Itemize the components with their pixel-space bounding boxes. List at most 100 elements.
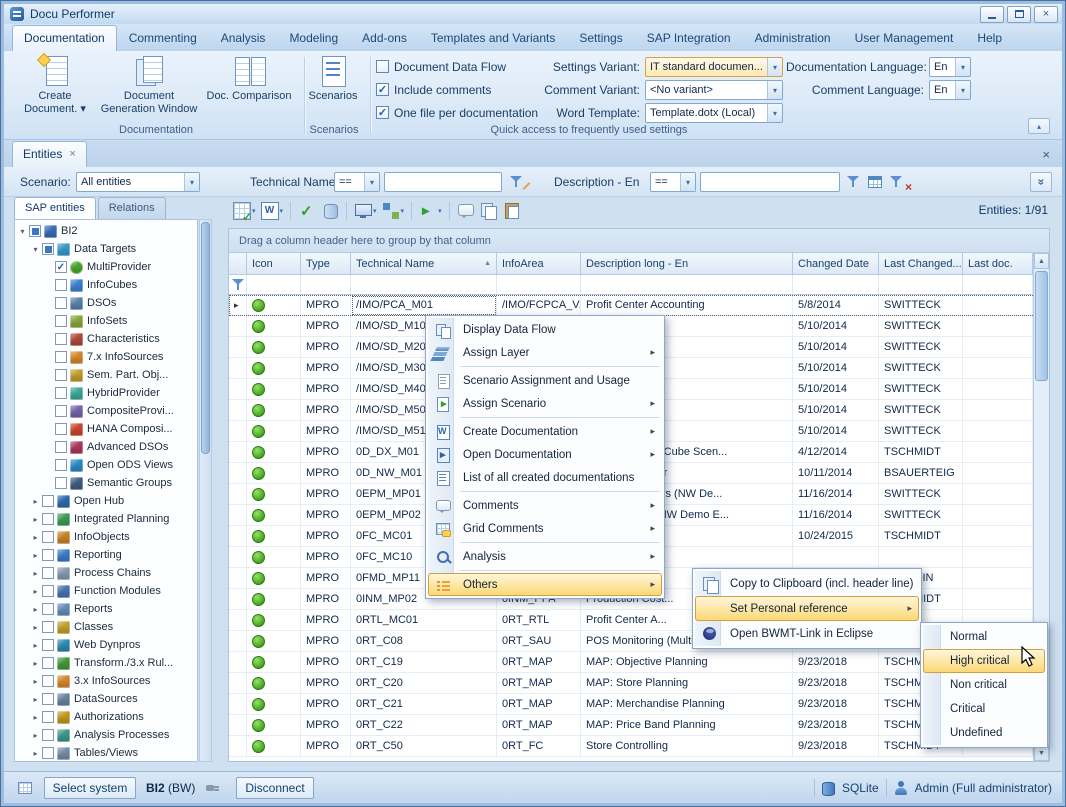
scrollbar-thumb[interactable] — [1035, 271, 1048, 381]
filter-cell-infoarea[interactable] — [497, 275, 581, 295]
technical-name-filter-input[interactable] — [384, 172, 502, 192]
filter-cell-last-doc[interactable] — [963, 275, 1033, 295]
tree-checkbox[interactable] — [55, 387, 67, 399]
tree-checkbox[interactable] — [29, 225, 41, 237]
menu-item-grid-comments[interactable]: Grid Comments▸ — [428, 517, 662, 540]
tree-checkbox[interactable] — [42, 657, 54, 669]
menu-tab-modeling[interactable]: Modeling — [277, 25, 350, 51]
tree-item-analysis-processes[interactable]: ▸Analysis Processes — [15, 726, 197, 744]
close-tab-icon[interactable]: × — [69, 148, 75, 160]
tree-checkbox[interactable] — [42, 513, 54, 525]
expand-arrow-icon[interactable]: ▸ — [30, 641, 41, 650]
menu-item-others[interactable]: Others▸ — [428, 573, 662, 596]
menu-item-non-critical[interactable]: Non critical — [923, 673, 1045, 697]
tree-item-compositeprovi[interactable]: CompositeProvi... — [15, 402, 197, 420]
menu-item-list-of-all-created-documentations[interactable]: List of all created documentations — [428, 466, 662, 489]
comments-button[interactable] — [456, 200, 476, 222]
tree-item-reports[interactable]: ▸Reports — [15, 600, 197, 618]
tree-checkbox[interactable] — [55, 405, 67, 417]
menu-tab-templates-and-variants[interactable]: Templates and Variants — [419, 25, 568, 51]
validate-button[interactable] — [297, 200, 317, 222]
tree-checkbox[interactable] — [55, 333, 67, 345]
tree-checkbox[interactable] — [42, 495, 54, 507]
column-header-last-changed[interactable]: Last Changed... — [879, 253, 963, 275]
tree-checkbox[interactable] — [42, 567, 54, 579]
tree-item-tables-views[interactable]: ▸Tables/Views — [15, 744, 197, 762]
tree-item-data-targets[interactable]: ▾Data Targets — [15, 240, 197, 258]
tree-item-transform-3-x-rul[interactable]: ▸Transform./3.x Rul... — [15, 654, 197, 672]
export-button[interactable]: ▾ — [418, 200, 443, 222]
tree-item-hybridprovider[interactable]: HybridProvider — [15, 384, 197, 402]
tab-entities[interactable]: Entities × — [12, 141, 87, 167]
expand-arrow-icon[interactable]: ▸ — [30, 695, 41, 704]
scroll-up-icon[interactable]: ▲ — [1034, 253, 1049, 269]
menu-tab-sap-integration[interactable]: SAP Integration — [635, 25, 743, 51]
scrollbar-thumb[interactable] — [201, 222, 210, 454]
column-header-last-doc[interactable]: Last doc. — [963, 253, 1033, 275]
menu-tab-help[interactable]: Help — [965, 25, 1014, 51]
tab-relations[interactable]: Relations — [98, 197, 166, 220]
description-filter-input[interactable] — [700, 172, 840, 192]
display-data-flow-button[interactable]: ▾ — [353, 200, 378, 222]
scenarios-button[interactable]: Scenarios — [302, 55, 364, 121]
expand-arrow-icon[interactable]: ▾ — [17, 227, 28, 236]
checkbox-include-comments[interactable]: ✓Include comments — [376, 81, 538, 98]
menu-item-assign-scenario[interactable]: Assign Scenario▸ — [428, 392, 662, 415]
tree-item-bi2[interactable]: ▾BI2 — [15, 222, 197, 240]
expand-arrow-icon[interactable]: ▸ — [30, 713, 41, 722]
menu-item-display-data-flow[interactable]: Display Data Flow — [428, 318, 662, 341]
tree-item-open-hub[interactable]: ▸Open Hub — [15, 492, 197, 510]
select-system-button[interactable]: Select system — [44, 777, 136, 799]
tree-checkbox[interactable] — [55, 423, 67, 435]
tree-item-web-dynpros[interactable]: ▸Web Dynpros — [15, 636, 197, 654]
tree-item-semantic-groups[interactable]: Semantic Groups — [15, 474, 197, 492]
minimize-button[interactable] — [980, 6, 1004, 23]
tree-checkbox[interactable] — [42, 531, 54, 543]
tree-item-advanced-dsos[interactable]: Advanced DSOs — [15, 438, 197, 456]
scenario-assignment-button[interactable]: ▾ — [232, 200, 257, 222]
tree-checkbox[interactable] — [42, 585, 54, 597]
tree-scrollbar[interactable] — [199, 219, 212, 762]
tree-item-3-x-infosources[interactable]: ▸3.x InfoSources — [15, 672, 197, 690]
column-header-technical-name[interactable]: Technical Name▲ — [351, 253, 497, 275]
filter-cell-icon[interactable] — [247, 275, 301, 295]
diagram-button[interactable]: ▾ — [381, 200, 406, 222]
tree-checkbox[interactable] — [55, 477, 67, 489]
doc-comparison-button[interactable]: Doc. Comparison — [200, 55, 298, 121]
tree-item-infocubes[interactable]: InfoCubes — [15, 276, 197, 294]
storage-button[interactable] — [320, 200, 340, 222]
menu-tab-user-management[interactable]: User Management — [843, 25, 966, 51]
tab-sap-entities[interactable]: SAP entities — [14, 197, 96, 220]
table-row[interactable]: ▸MPRO/IMO/PCA_M01/IMO/FCPCA_V...Profit C… — [229, 295, 1049, 316]
technical-name-operator-dropdown[interactable]: == ▾ — [334, 172, 380, 192]
tree-item-classes[interactable]: ▸Classes — [15, 618, 197, 636]
tree-item-characteristics[interactable]: Characteristics — [15, 330, 197, 348]
tree-checkbox[interactable] — [42, 243, 54, 255]
tree-checkbox[interactable] — [42, 621, 54, 633]
column-header-type[interactable]: Type — [301, 253, 351, 275]
dropdown-settings-variant[interactable]: IT standard documen...▾ — [645, 57, 783, 77]
tree-checkbox[interactable] — [42, 729, 54, 741]
menu-item-assign-layer[interactable]: Assign Layer▸ — [428, 341, 662, 364]
menu-item-create-documentation[interactable]: Create Documentation▸ — [428, 420, 662, 443]
scenario-dropdown[interactable]: All entities ▾ — [76, 172, 200, 192]
menu-tab-add-ons[interactable]: Add-ons — [350, 25, 419, 51]
filter-cell-description-long-en[interactable] — [581, 275, 793, 295]
tree-item-infosets[interactable]: InfoSets — [15, 312, 197, 330]
expand-arrow-icon[interactable]: ▸ — [30, 677, 41, 686]
filter-grid-icon[interactable] — [868, 176, 882, 188]
tree-item-multiprovider[interactable]: ✓MultiProvider — [15, 258, 197, 276]
menu-item-set-personal-reference[interactable]: Set Personal reference▸ — [695, 596, 919, 621]
menu-item-analysis[interactable]: Analysis▸ — [428, 545, 662, 568]
menu-tab-administration[interactable]: Administration — [743, 25, 843, 51]
checkbox-document-data-flow[interactable]: Document Data Flow — [376, 58, 538, 75]
dropdown-word-template[interactable]: Template.dotx (Local)▾ — [645, 103, 783, 123]
tree-item-dsos[interactable]: DSOs — [15, 294, 197, 312]
disconnect-button[interactable]: Disconnect — [236, 777, 314, 799]
tree-checkbox[interactable] — [42, 693, 54, 705]
tree-item-datasources[interactable]: ▸DataSources — [15, 690, 197, 708]
tree-checkbox[interactable] — [55, 279, 67, 291]
expand-arrow-icon[interactable]: ▸ — [30, 623, 41, 632]
tree-item-function-modules[interactable]: ▸Function Modules — [15, 582, 197, 600]
expand-arrow-icon[interactable]: ▸ — [30, 497, 41, 506]
